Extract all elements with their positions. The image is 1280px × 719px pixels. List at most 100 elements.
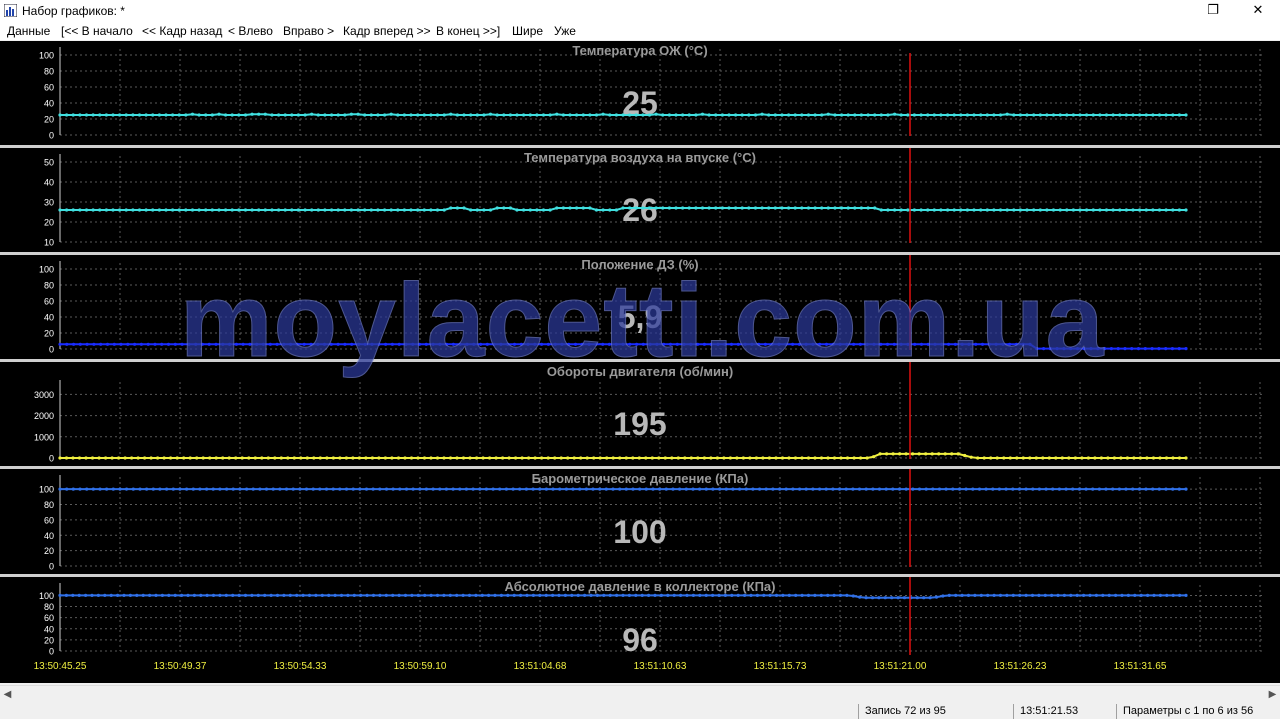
data-point <box>245 487 249 491</box>
data-point <box>298 487 302 491</box>
chart-panel[interactable]: 100 80 60 40 20 0 5,9 Положение ДЗ (%) <box>0 255 1280 359</box>
data-point <box>791 487 795 491</box>
y-tick-label: 40 <box>44 178 54 188</box>
data-point <box>879 342 883 346</box>
menu-left[interactable]: < Влево <box>228 24 273 38</box>
data-point <box>666 593 670 597</box>
data-point <box>965 113 970 117</box>
data-point <box>221 342 225 346</box>
data-point <box>286 456 290 460</box>
data-point <box>217 208 221 212</box>
scroll-right-icon[interactable]: ▶ <box>1265 687 1280 702</box>
data-point <box>747 206 751 210</box>
data-point <box>188 456 192 460</box>
data-point <box>982 456 986 460</box>
data-point <box>1021 456 1025 460</box>
data-point <box>225 487 229 491</box>
data-point <box>947 342 951 346</box>
menu-to-start[interactable]: [<< В начало <box>61 24 133 38</box>
data-point <box>356 112 360 116</box>
data-point <box>689 456 693 460</box>
data-point <box>409 113 413 117</box>
data-point <box>111 487 115 491</box>
data-point <box>555 206 559 210</box>
data-point <box>674 113 678 117</box>
data-point <box>571 487 575 491</box>
data-point <box>1004 487 1008 491</box>
menu-right[interactable]: Вправо > <box>283 24 334 38</box>
data-point <box>1005 112 1009 116</box>
data-point <box>462 113 466 117</box>
data-point <box>169 456 173 460</box>
data-point <box>878 452 882 456</box>
horizontal-scrollbar[interactable]: ◀ ▶ <box>0 685 1280 703</box>
menu-to-end[interactable]: В конец >>] <box>436 24 500 38</box>
data-point <box>423 593 427 597</box>
data-point <box>104 113 108 117</box>
data-point <box>461 456 466 460</box>
menu-frame-forward[interactable]: Кадр вперед >> <box>343 24 431 38</box>
close-button[interactable]: ✕ <box>1236 0 1280 22</box>
chart-panel[interactable]: 100 80 60 40 20 0 96 Абсолютное давление в колл… <box>0 577 1280 683</box>
data-point <box>1001 342 1005 346</box>
data-point <box>640 593 644 597</box>
data-point <box>743 593 747 597</box>
menu-wider[interactable]: Шире <box>512 24 543 38</box>
data-point <box>811 487 815 491</box>
data-point <box>684 487 688 491</box>
data-point <box>694 113 698 117</box>
data-point <box>720 113 725 117</box>
data-point <box>1051 208 1056 212</box>
restore-button[interactable]: ❐ <box>1191 0 1235 22</box>
scroll-left-icon[interactable]: ◀ <box>0 687 15 702</box>
data-point <box>702 456 707 460</box>
data-point <box>1112 456 1116 460</box>
data-point <box>806 206 811 210</box>
data-point <box>124 113 128 117</box>
menu-narrower[interactable]: Уже <box>554 24 576 38</box>
menu-data[interactable]: Данные <box>7 24 50 38</box>
data-point <box>939 113 943 117</box>
data-point <box>295 342 299 346</box>
data-point <box>205 487 209 491</box>
data-point <box>1024 593 1028 597</box>
data-point <box>378 487 382 491</box>
data-point <box>250 112 254 116</box>
data-point <box>383 113 387 117</box>
data-point <box>621 206 625 210</box>
chart-panel[interactable]: 3000 2000 1000 0 195 Обороты двигателя (об/ми… <box>0 362 1280 466</box>
data-point <box>1184 208 1188 212</box>
data-point <box>218 593 222 597</box>
data-point <box>615 593 619 597</box>
chart-panel[interactable]: 100 80 60 40 20 0 25 Температура ОЖ (°C) <box>0 41 1280 145</box>
data-point <box>1011 487 1015 491</box>
data-point <box>711 593 715 597</box>
data-point <box>123 456 127 460</box>
data-point <box>402 208 406 212</box>
data-point <box>588 206 592 210</box>
data-point <box>594 208 599 212</box>
data-point <box>1164 487 1168 491</box>
chart-panel[interactable]: 100 80 60 40 20 0 100 Барометрическое давление … <box>0 469 1280 574</box>
data-point <box>902 596 907 600</box>
data-point <box>512 593 516 597</box>
data-point <box>71 113 75 117</box>
data-point <box>611 456 615 460</box>
data-point <box>797 342 802 346</box>
data-point <box>445 342 449 346</box>
data-point <box>770 342 774 346</box>
menu-frame-back[interactable]: << Кадр назад <box>142 24 222 38</box>
data-point <box>464 487 468 491</box>
data-point <box>614 113 619 117</box>
data-point <box>190 208 195 212</box>
chart-panel[interactable]: 50 40 30 20 10 26 Температура воздуха на впуск… <box>0 148 1280 252</box>
data-point <box>65 487 69 491</box>
data-point <box>1044 487 1048 491</box>
data-point <box>813 593 817 597</box>
data-point <box>475 113 479 117</box>
data-point <box>1093 456 1097 460</box>
data-point <box>1157 347 1161 351</box>
data-point <box>707 113 711 117</box>
data-point <box>587 342 591 346</box>
data-point <box>422 208 426 212</box>
